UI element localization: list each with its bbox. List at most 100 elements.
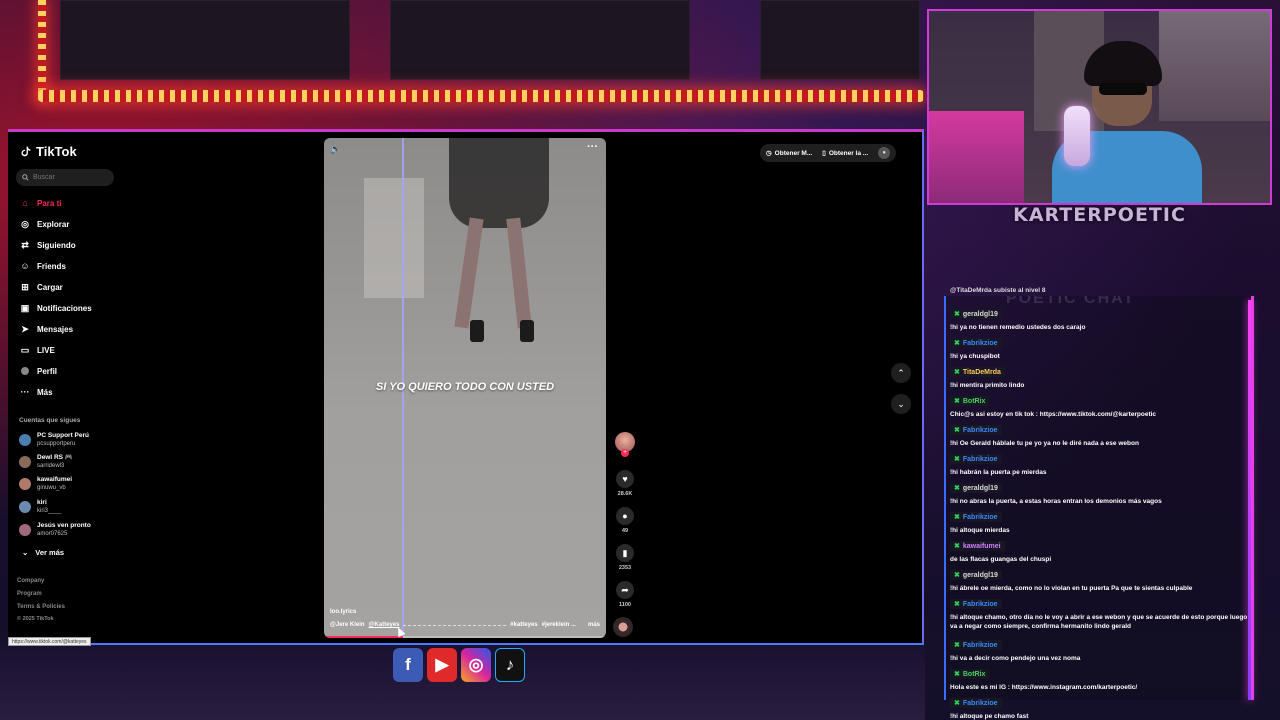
chat-username-tag[interactable]: ✖ Fabrikzioe [950,640,1002,650]
hashtag[interactable]: #jereklein ... [542,622,576,628]
video-frame-shoe [520,320,534,342]
chat-message-text: !hi mentira primito lindo [950,382,1025,389]
platform-badge-icon: ✖ [954,572,960,579]
following-item[interactable]: PC Support Perú pcsupportperu [19,432,89,448]
video-frame-figure [449,138,549,228]
wall-frame [760,0,920,80]
footer-terms[interactable]: Terms & Policies [17,604,65,610]
heart-icon: ♥ [616,470,634,488]
creator-avatar-button[interactable]: + [611,432,639,457]
video-frame-leg [454,217,484,329]
video-author[interactable]: loo.lyrics [330,609,356,615]
nav-cargar[interactable]: ⊞ Cargar [20,282,63,292]
video-frame-wall [364,178,424,298]
more-icon: ··· [20,387,30,397]
search-input[interactable] [33,174,103,181]
platform-badge-icon: ✖ [954,398,960,405]
tiktok-logo[interactable]: TikTok [19,144,77,159]
see-more-button[interactable]: ⌄ Ver más [22,548,64,557]
nav-mas[interactable]: ··· Más [20,387,53,397]
chat-username-tag[interactable]: ✖ kawaifumei [950,541,1005,551]
chat-username: geraldgl19 [962,310,998,318]
nav-label: Siguiendo [37,240,76,250]
get-app-button[interactable]: ◷ Obtener M... [766,149,813,158]
more-options-icon[interactable]: ··· [587,141,598,153]
nav-notificaciones[interactable]: ▣ Notificaciones [20,303,92,313]
nav-label: Para ti [37,198,62,208]
mention-tag[interactable]: @Jere Klein [330,622,365,628]
volume-icon[interactable]: 🔈 [330,144,341,155]
nav-para-ti[interactable]: ⌂ Para ti [20,198,61,208]
chat-username-tag[interactable]: ✖ geraldgl19 [950,309,1002,319]
next-video-button[interactable]: ⌄ [891,394,911,414]
comment-button[interactable]: ● 49 [611,507,639,534]
like-button[interactable]: ♥ 28.6K [611,470,639,497]
chat-username-tag[interactable]: ✖ Fabrikzioe [950,512,1002,522]
follow-name: Dewl RS 🎮 [37,454,73,461]
nav-friends[interactable]: ☺ Friends [20,261,66,271]
nav-perfil[interactable]: Perfil [20,366,57,376]
nav-siguiendo[interactable]: ⇄ Siguiendo [20,240,76,250]
wall-frame [60,0,350,80]
nav-label: Friends [37,261,66,271]
nav-mensajes[interactable]: ➤ Mensajes [20,324,73,334]
following-item[interactable]: Dewl RS 🎮 sarridewl3 [19,454,73,470]
footer-company[interactable]: Company [17,578,44,584]
chat-username: kawaifumei [962,542,1001,550]
following-item[interactable]: kiri kiri3____ [19,499,61,515]
following-item[interactable]: kawaifumei ginuwu_vb [19,476,72,492]
search-box[interactable] [16,169,114,186]
chat-username: BotRix [962,670,986,678]
caption-divider [403,622,507,626]
get-device-button[interactable]: ▯ Obtener la ... [822,149,868,158]
video-caption: @Jere Klein @Katteyes #katteyes #jerekle… [330,622,600,628]
chat-username-tag[interactable]: ✖ BotRix [950,396,990,406]
following-item[interactable]: Jesús ven pronto amor07625 [19,522,91,538]
platform-badge-icon: ✖ [954,543,960,550]
chat-message: ✖ Fabrikzioe !hi habrán la puerta pe mierd… [950,448,1250,477]
chat-username-tag[interactable]: ✖ Fabrikzioe [950,338,1002,348]
video-progress[interactable] [324,636,606,638]
user-avatar[interactable]: ● [878,147,891,159]
sunglasses [1099,83,1147,95]
chat-message-text: Hola este es mi IG : https://www.instagr… [950,684,1138,691]
footer-copyright: © 2025 TikTok [17,616,54,622]
music-disc-icon[interactable] [613,617,633,637]
top-actions: ◷ Obtener M... ▯ Obtener la ... ● [760,144,897,162]
chat-username-tag[interactable]: ✖ Fabrikzioe [950,454,1002,464]
previous-video-button[interactable]: ⌃ [891,363,911,383]
platform-badge-icon: ✖ [954,700,960,707]
chat-username-tag[interactable]: ✖ Fabrikzioe [950,698,1002,708]
chat-username-tag[interactable]: ✖ geraldgl19 [950,570,1002,580]
chat-message-text: !hi va a decir como pendejo una vez noma [950,655,1081,662]
chat-username-tag[interactable]: ✖ Fabrikzioe [950,599,1002,609]
chat-username: Fabrikzioe [962,513,998,521]
chat-username-tag[interactable]: ✖ TitaDeMrda [950,367,1005,377]
save-button[interactable]: ▮ 2353 [611,544,639,571]
hashtag[interactable]: #katteyes [510,622,537,628]
avatar [19,456,31,468]
avatar [19,501,31,513]
webcam-feed [927,9,1272,205]
share-button[interactable]: ➦ 1100 [611,581,639,608]
live-icon: ▭ [20,344,30,355]
follow-plus-icon[interactable]: + [621,449,629,457]
nav-explorar[interactable]: ◎ Explorar [20,219,69,229]
comment-icon: ● [616,507,634,525]
chat-message: ✖ kawaifumei de las flacas guangas del chu… [950,535,1250,564]
platform-badge-icon: ✖ [954,456,960,463]
bookmark-icon: ▮ [616,544,634,562]
video-player[interactable]: 🔈 ··· SI YO QUIERO TODO CON USTED loo.ly… [324,138,606,638]
chat-username-tag[interactable]: ✖ geraldgl19 [950,483,1002,493]
more-caption-button[interactable]: más [588,622,600,628]
footer-program[interactable]: Program [17,591,42,597]
youtube-icon: ▶ [427,648,457,682]
nav-live[interactable]: ▭ LIVE [20,345,55,355]
chat-message-text: !hi habrán la puerta pe mierdas [950,469,1047,476]
chat-username-tag[interactable]: ✖ Fabrikzioe [950,425,1002,435]
get-app-label: Obtener M... [774,149,813,157]
tiktok-window: TikTok ⌂ Para ti ◎ Explorar ⇄ Siguiendo … [8,129,924,646]
nav-label: LIVE [37,345,55,355]
chat-username-tag[interactable]: ✖ BotRix [950,669,990,679]
mention-tag[interactable]: @Katteyes [369,622,400,628]
